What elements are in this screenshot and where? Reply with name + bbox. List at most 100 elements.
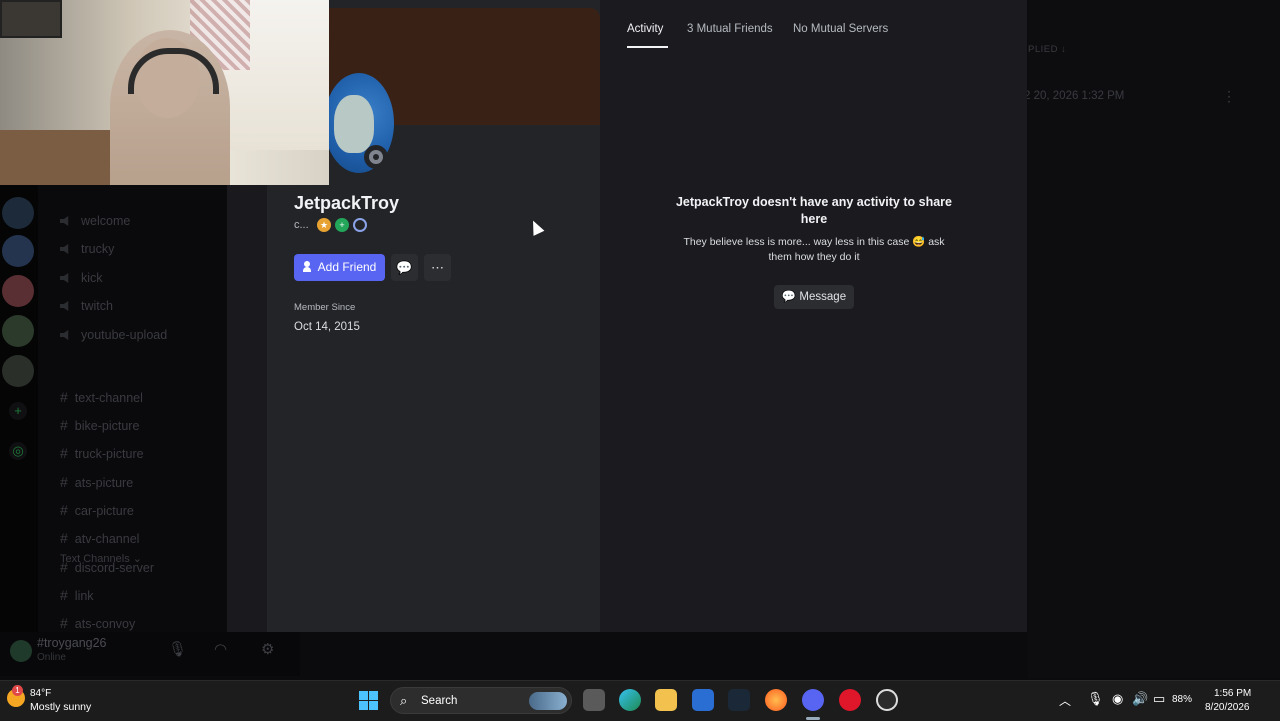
server-icon[interactable] <box>2 355 34 387</box>
text-channel-item[interactable]: # ats-convoy <box>60 615 135 631</box>
text-channel-item[interactable]: # truck-picture <box>60 445 144 461</box>
headphones-icon[interactable]: ◠ <box>214 640 227 658</box>
tab-mutual-servers[interactable]: No Mutual Servers <box>793 23 888 35</box>
task-view-icon[interactable] <box>583 689 605 711</box>
store-icon[interactable] <box>692 689 714 711</box>
profile-right-pane <box>600 0 1027 632</box>
webcam-overlay <box>0 0 329 185</box>
channel-label: truck-picture <box>74 447 144 461</box>
message-button-label: Message <box>799 291 847 303</box>
channel-label: kick <box>81 271 103 285</box>
clock-time[interactable]: 1:56 PM <box>1214 688 1251 699</box>
server-icon[interactable] <box>2 197 34 229</box>
hash-icon: # <box>60 417 68 433</box>
voice-channel-twitch[interactable]: twitch <box>60 299 113 313</box>
taskbar: 1 84°F Mostly sunny ⌕ Search ︿ 🎙 ◉ 🔊 ▭ 8… <box>0 680 1280 721</box>
hash-icon: # <box>60 615 68 631</box>
firefox-icon[interactable] <box>765 689 787 711</box>
clock-date[interactable]: 8/20/2026 <box>1205 702 1250 713</box>
microphone-icon[interactable]: 🎙 <box>168 640 187 658</box>
message-timestamp: 2 20, 2026 1:32 PM <box>1024 90 1125 102</box>
channel-label: text-channel <box>74 391 143 405</box>
text-channel-item[interactable]: # discord-server <box>60 559 154 575</box>
speaker-icon <box>60 273 69 283</box>
user-status: Online <box>37 652 66 663</box>
add-person-icon <box>302 261 314 272</box>
steam-icon[interactable] <box>728 689 750 711</box>
custom-status: c... <box>294 219 309 231</box>
badge-icon[interactable]: + <box>335 218 349 232</box>
battery-icon[interactable]: ▭ <box>1153 691 1165 707</box>
weather-description[interactable]: Mostly sunny <box>30 701 91 713</box>
channel-label: bike-picture <box>74 419 140 433</box>
search-icon: ⌕ <box>400 693 408 708</box>
gear-icon[interactable]: ⚙ <box>261 640 274 658</box>
channel-label: atv-channel <box>74 532 140 546</box>
more-options-icon[interactable]: ⋯ <box>424 254 451 281</box>
badge-icon[interactable] <box>353 218 367 232</box>
opera-icon[interactable] <box>839 689 861 711</box>
message-button-icon[interactable]: 💬 <box>391 254 418 281</box>
user-panel: #troygang26 Online 🎙 ◠ ⚙ <box>0 632 300 676</box>
channel-label: ats-convoy <box>74 617 136 631</box>
member-since-label: Member Since <box>294 302 356 313</box>
speaker-icon <box>60 244 69 254</box>
voice-channel-kick[interactable]: kick <box>60 271 103 285</box>
hash-icon: # <box>60 445 68 461</box>
file-explorer-icon[interactable] <box>655 689 677 711</box>
kebab-menu-icon[interactable]: ⋮ <box>1222 88 1236 105</box>
server-icon[interactable] <box>2 235 34 267</box>
active-tab-indicator <box>627 46 668 48</box>
server-rail: + ◎ <box>0 185 38 640</box>
weather-temperature[interactable]: 84°F <box>30 688 51 699</box>
text-channel-item[interactable]: # text-channel <box>60 389 143 405</box>
speaker-icon <box>60 216 69 226</box>
text-channel-item[interactable]: # car-picture <box>60 502 134 518</box>
microphone-icon[interactable]: 🎙 <box>1087 691 1104 707</box>
voice-channel-welcome[interactable]: welcome <box>60 214 130 228</box>
windows-start-icon[interactable] <box>359 691 378 710</box>
add-friend-label: Add Friend <box>317 260 377 274</box>
username: #troygang26 <box>37 636 107 650</box>
profile-display-name: JetpackTroy <box>294 193 400 213</box>
tab-mutual-friends[interactable]: 3 Mutual Friends <box>687 23 773 35</box>
search-highlight-image <box>529 692 567 710</box>
offline-status-icon <box>364 145 388 169</box>
channel-label: car-picture <box>74 504 134 518</box>
volume-icon[interactable]: 🔊 <box>1132 691 1148 707</box>
channel-label: welcome <box>81 214 131 228</box>
text-channel-item[interactable]: # link <box>60 587 94 603</box>
channel-label: trucky <box>81 242 115 256</box>
avatar[interactable] <box>10 640 32 662</box>
message-button[interactable]: 💬 Message <box>774 285 854 309</box>
hash-icon: # <box>60 502 68 518</box>
voice-channel-trucky[interactable]: trucky <box>60 242 114 256</box>
hash-icon: # <box>60 530 68 546</box>
add-friend-button[interactable]: Add Friend <box>294 254 385 281</box>
voice-channel-youtube-upload[interactable]: youtube-upload <box>60 328 167 342</box>
text-channel-item[interactable]: # bike-picture <box>60 417 139 433</box>
badge-icon[interactable]: ★ <box>317 218 331 232</box>
obs-icon[interactable] <box>876 689 898 711</box>
server-icon[interactable] <box>2 275 34 307</box>
speaker-icon <box>60 301 69 311</box>
empty-activity-subtitle: They believe less is more... way less in… <box>683 236 945 263</box>
battery-percentage: 88% <box>1172 694 1193 705</box>
hash-icon: # <box>60 474 68 490</box>
explore-icon[interactable]: ◎ <box>9 442 27 460</box>
discord-icon[interactable] <box>802 689 824 711</box>
channel-label: discord-server <box>74 561 154 575</box>
hash-icon: # <box>60 389 68 405</box>
text-channel-item[interactable]: # atv-channel <box>60 530 139 546</box>
speaker-icon <box>60 330 69 340</box>
text-channel-item[interactable]: # ats-picture <box>60 474 133 490</box>
notification-badge: 1 <box>12 685 23 696</box>
edge-icon[interactable] <box>619 689 641 711</box>
tab-activity[interactable]: Activity <box>627 23 663 35</box>
add-server-icon[interactable]: + <box>9 402 27 420</box>
server-icon[interactable] <box>2 315 34 347</box>
channel-label: link <box>74 589 94 603</box>
taskbar-search[interactable]: ⌕ Search <box>390 687 572 714</box>
wifi-icon[interactable]: ◉ <box>1112 691 1123 707</box>
tray-overflow-icon[interactable]: ︿ <box>1059 692 1071 709</box>
